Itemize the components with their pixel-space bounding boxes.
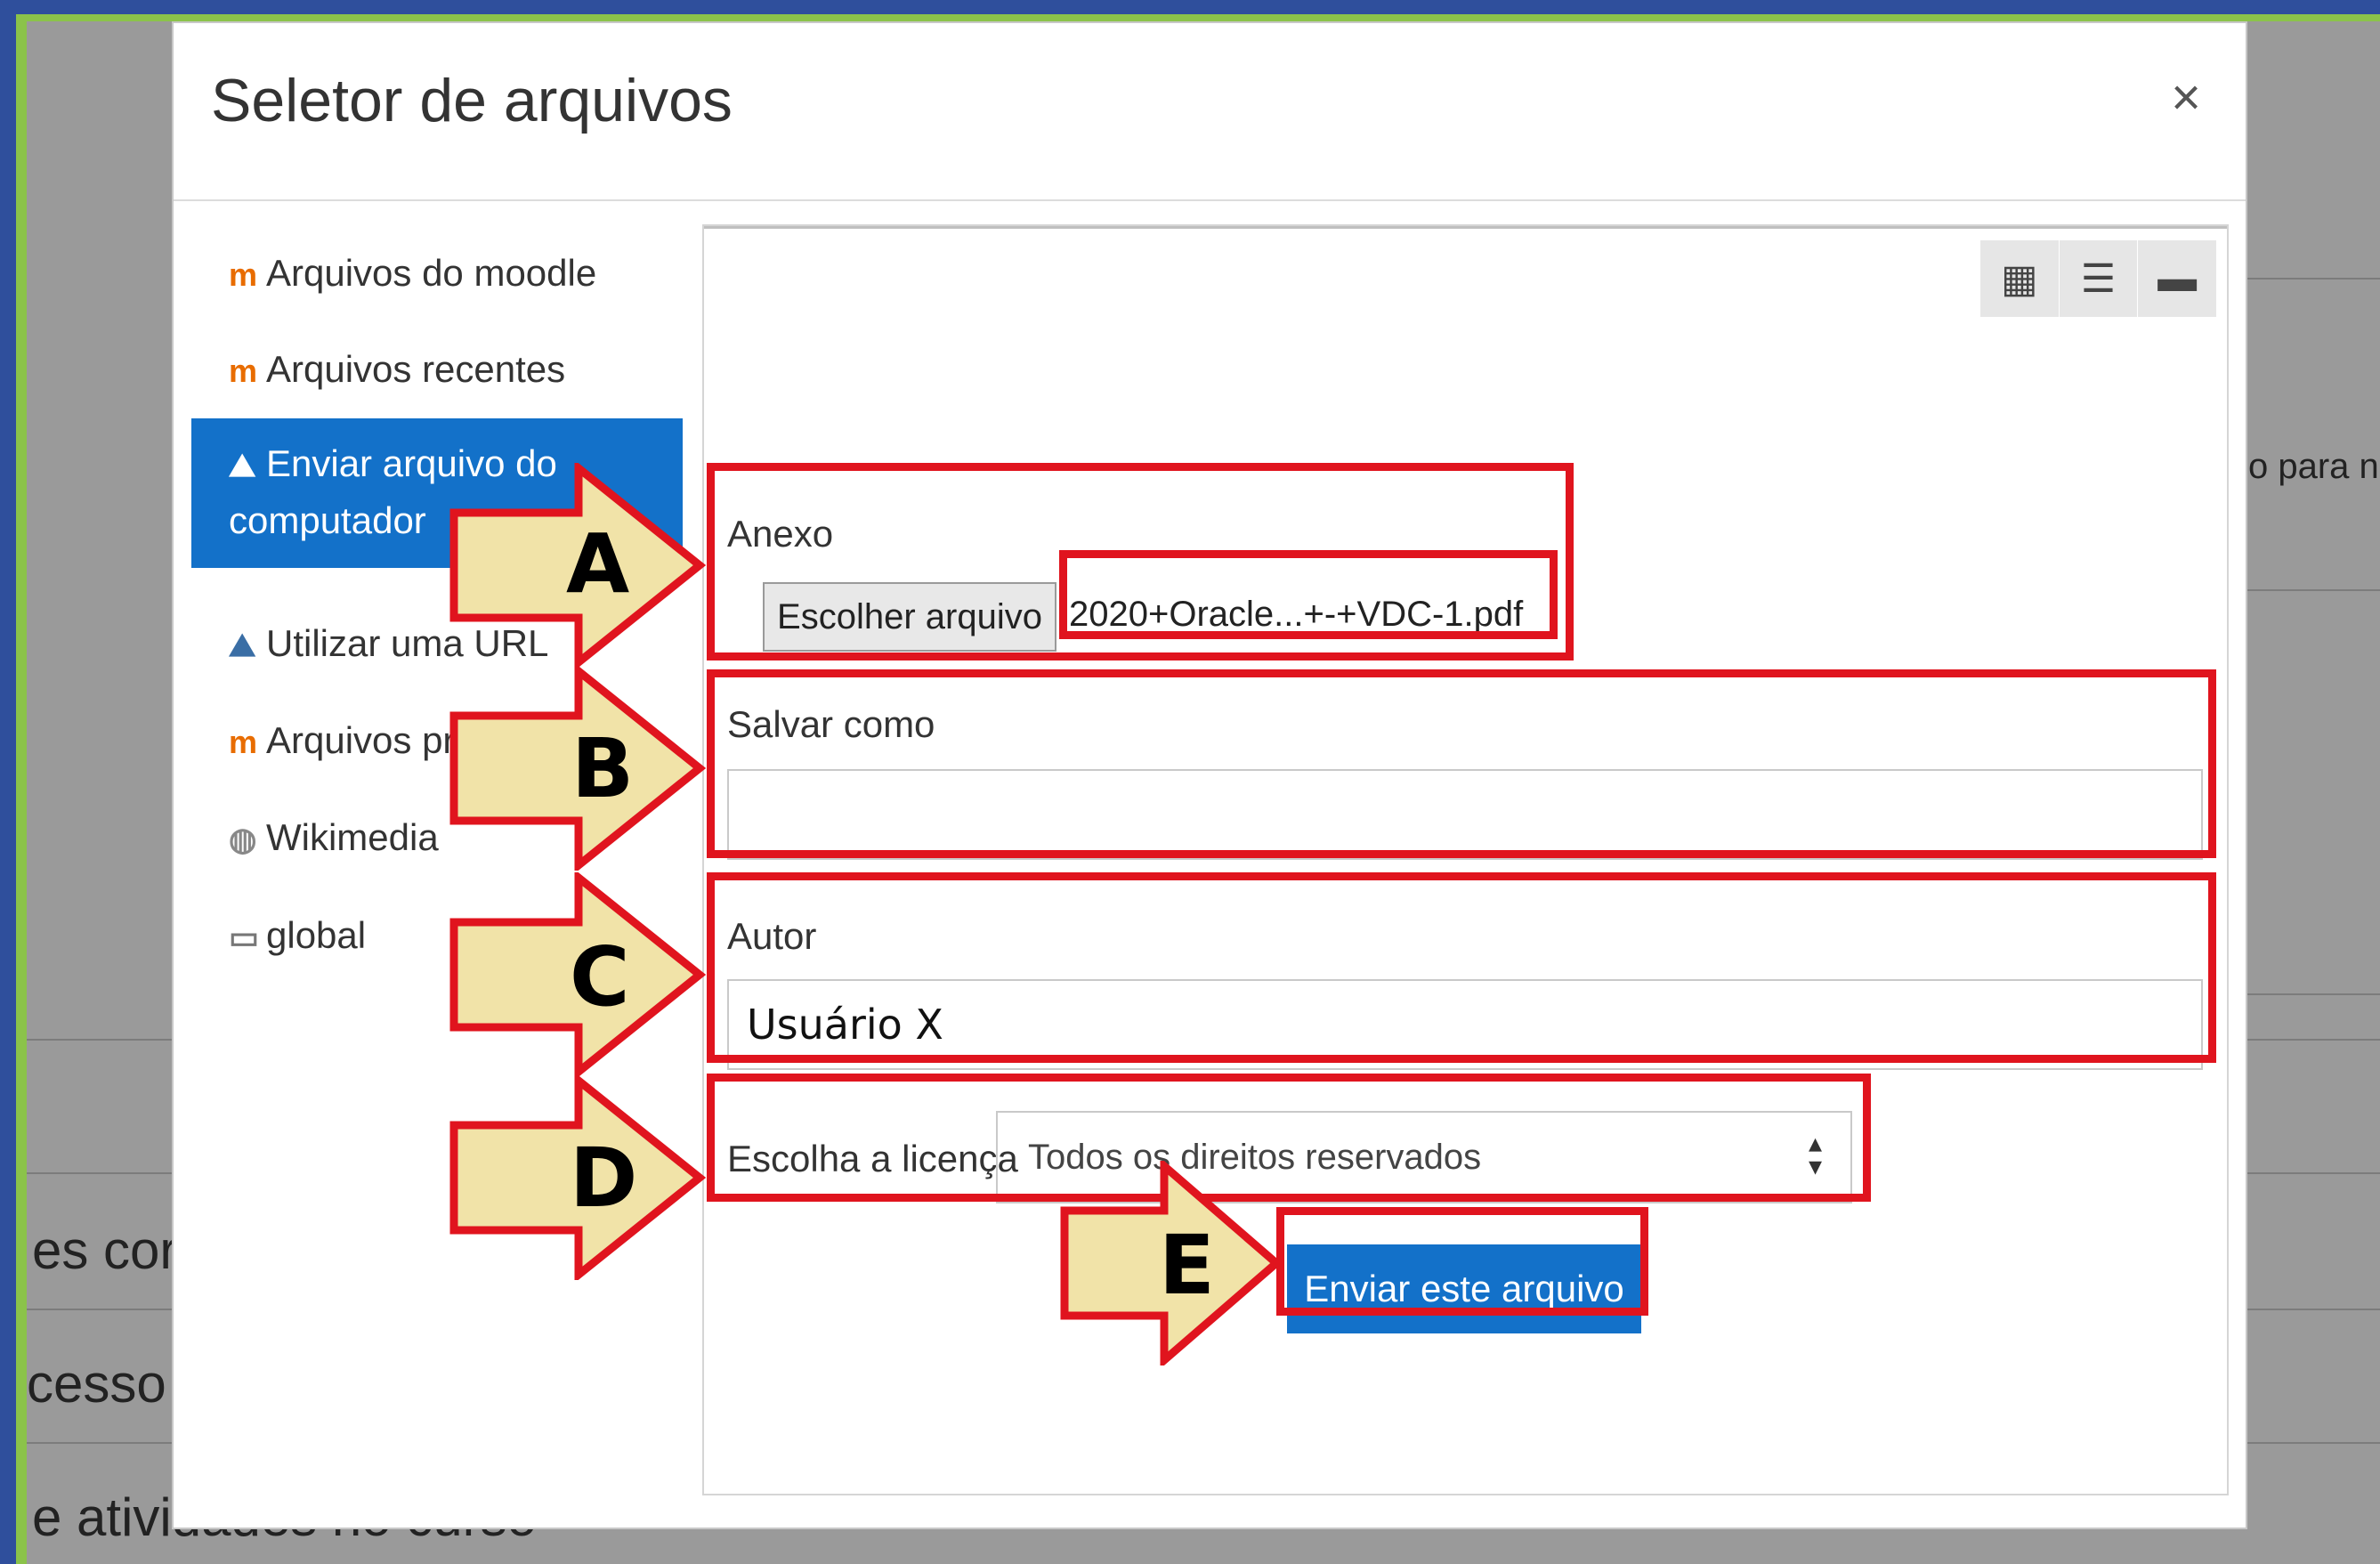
- list-view-icon[interactable]: ☰: [2058, 240, 2138, 317]
- url-icon: ⛰: [229, 627, 256, 663]
- upload-panel: ▦ ☰ ▬ Anexo Escolher arquivo 2020+Oracle…: [702, 224, 2229, 1495]
- bg-text: es cor: [32, 1220, 178, 1280]
- bg-text: o para n: [2248, 447, 2379, 486]
- annotation-letter-a: A: [566, 516, 630, 612]
- annotation-letter-b: B: [571, 721, 635, 816]
- sidebar-item-recent-files[interactable]: m Arquivos recentes: [191, 342, 683, 399]
- sidebar-item-label: Arquivos recentes: [266, 348, 566, 390]
- moodle-icon: m: [229, 256, 258, 293]
- bg-text: cesso: [27, 1354, 166, 1414]
- sort-caret-icon: ▴ ▾: [1808, 1129, 1822, 1181]
- repository-icon: ▭: [229, 919, 260, 955]
- moodle-icon: m: [229, 353, 258, 389]
- annotation-letter-e: E: [1159, 1218, 1215, 1313]
- save-as-label: Salvar como: [727, 703, 935, 745]
- upload-icon: ⛰: [229, 447, 256, 483]
- panel-top-border: [704, 226, 2227, 229]
- grid-view-icon[interactable]: ▦: [1979, 240, 2059, 317]
- folder-view-icon[interactable]: ▬: [2137, 240, 2216, 317]
- upload-submit-button[interactable]: Enviar este arquivo: [1287, 1244, 1641, 1333]
- annotation-letter-d: D: [570, 1130, 638, 1226]
- close-icon[interactable]: ×: [2171, 68, 2201, 127]
- selected-file-name: 2020+Oracle...+-+VDC-1.pdf: [1069, 595, 1524, 634]
- choose-file-button[interactable]: Escolher arquivo: [763, 582, 1056, 652]
- save-as-input[interactable]: [727, 769, 2203, 860]
- license-label: Escolha a licença: [727, 1138, 1018, 1179]
- wikimedia-icon: ◍: [229, 821, 257, 857]
- attachment-label: Anexo: [727, 513, 834, 555]
- author-label: Autor: [727, 915, 817, 957]
- sidebar-item-moodle-files[interactable]: m Arquivos do moodle: [191, 246, 683, 303]
- view-switcher: ▦ ☰ ▬: [1979, 240, 2216, 317]
- author-input[interactable]: Usuário X: [727, 979, 2203, 1070]
- annotation-letter-c: C: [570, 929, 630, 1025]
- dialog-title: Seletor de arquivos: [211, 67, 733, 134]
- sidebar-item-label: Arquivos do moodle: [266, 252, 597, 294]
- sidebar-item-label: global: [266, 914, 367, 956]
- moodle-icon: m: [229, 724, 258, 760]
- sidebar-item-label: Wikimedia: [266, 816, 439, 858]
- header-divider: [174, 199, 2246, 201]
